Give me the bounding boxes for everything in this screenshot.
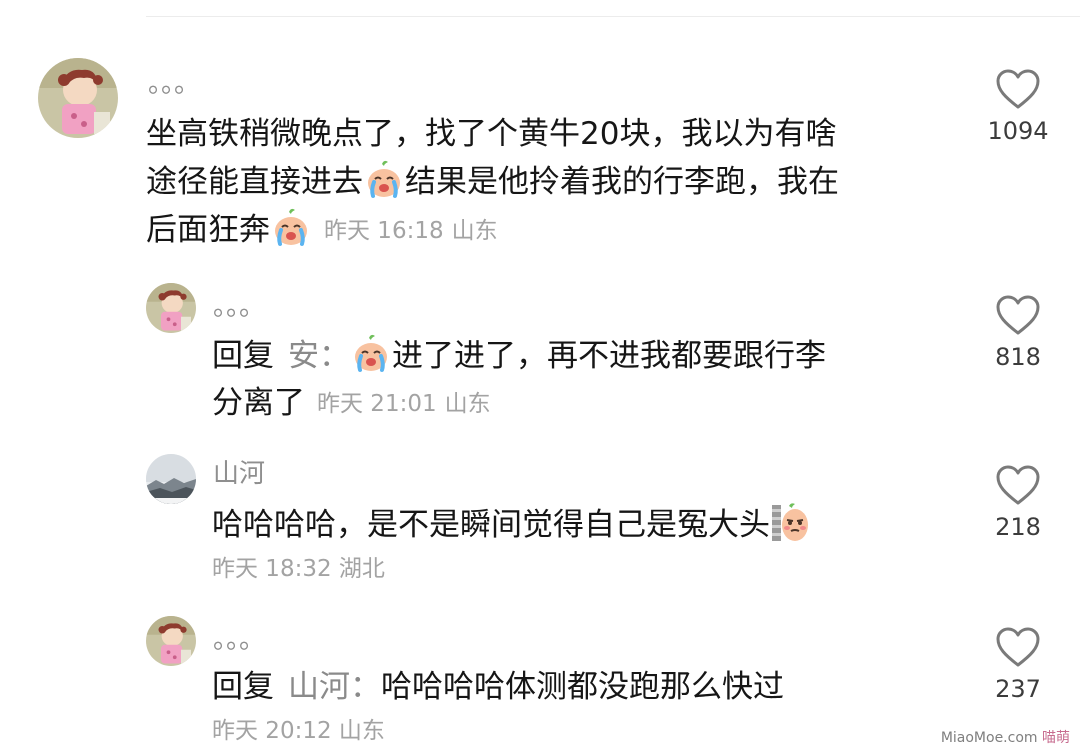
comment-time: 昨天 20:12 <box>212 718 332 744</box>
like-button[interactable]: 237 <box>973 626 1063 704</box>
reply-target-name[interactable]: 山河： <box>288 669 381 705</box>
heart-outline-icon <box>996 627 1040 667</box>
comment-reply-3: 。。。 回复 山河：哈哈哈哈体测都没跑那么快过 昨天 20:12 山东 237 <box>0 0 1080 753</box>
avatar[interactable] <box>146 616 196 666</box>
comment-region: 山东 <box>338 718 385 744</box>
like-count: 237 <box>995 675 1041 703</box>
watermark-cn: 喵萌 <box>1042 730 1070 746</box>
avatar-image <box>146 616 196 666</box>
comment-text: 回复 山河：哈哈哈哈体测都没跑那么快过 <box>212 664 784 711</box>
username[interactable]: 。。。 <box>213 623 265 657</box>
comment-meta: 昨天 20:12 山东 <box>212 715 385 747</box>
reply-label: 回复 <box>212 669 274 705</box>
watermark-brand: MiaoMoe.com <box>940 730 1038 746</box>
comment-text-line: 回复 山河：哈哈哈哈体测都没跑那么快过 <box>212 664 784 711</box>
comment-text-segment: 哈哈哈哈体测都没跑那么快过 <box>381 669 784 705</box>
watermark: MiaoMoe.com 喵萌 <box>941 727 1070 747</box>
